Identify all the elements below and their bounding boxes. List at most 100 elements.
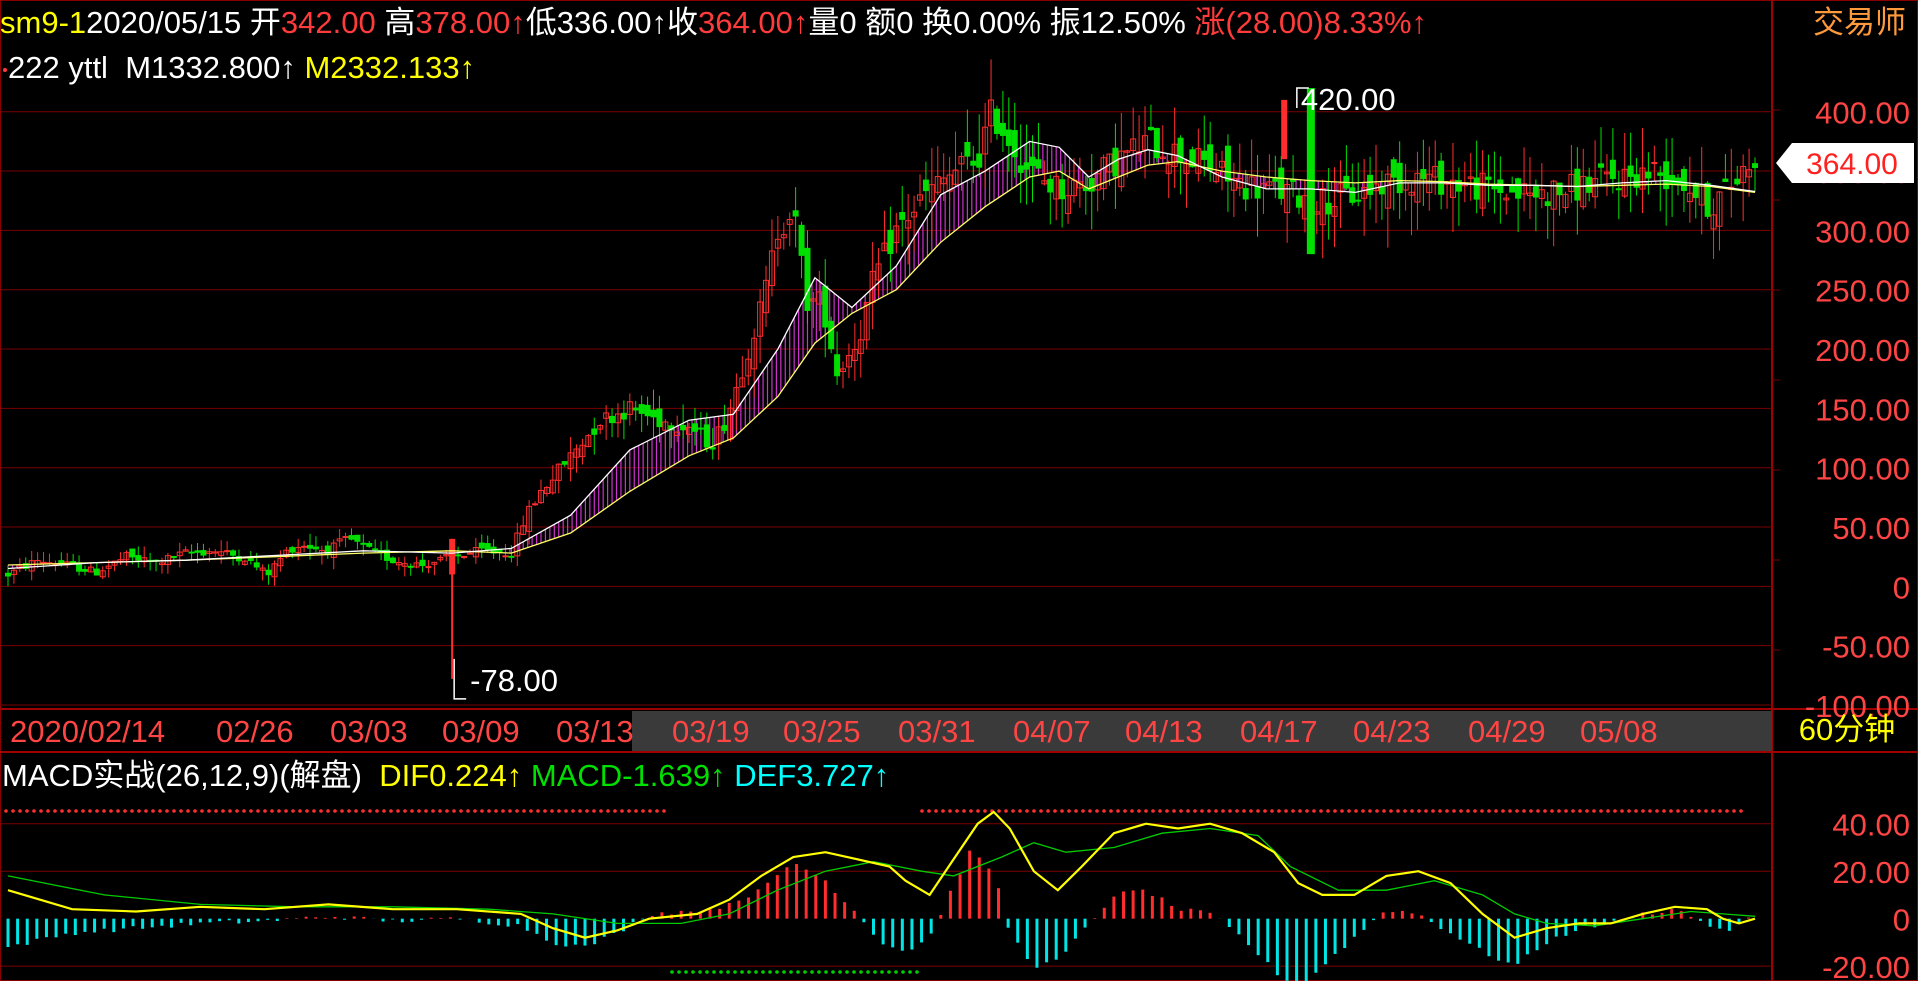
- candle-body: [253, 562, 260, 568]
- signal-dot: [109, 809, 113, 813]
- macd-label: MACD: [530, 758, 623, 793]
- signal-dot: [1543, 809, 1547, 813]
- signal-dot: [941, 809, 945, 813]
- date-tick-label: 03/03: [330, 714, 408, 749]
- signal-dot: [165, 809, 169, 813]
- signal-dot: [1172, 809, 1176, 813]
- price-tick-label: 150.00: [1815, 392, 1910, 427]
- candle-body: [170, 555, 177, 559]
- candle-body: [697, 427, 704, 430]
- def-value: 3.727↑: [796, 758, 890, 793]
- signal-dot: [677, 970, 681, 974]
- indicator-dot: [3, 68, 7, 72]
- candle-body: [792, 210, 799, 217]
- candle-body: [709, 447, 716, 450]
- signal-dot: [1242, 809, 1246, 813]
- signal-dot: [130, 809, 134, 813]
- signal-dot: [375, 809, 379, 813]
- signal-dot: [817, 970, 821, 974]
- candle-body: [976, 153, 983, 168]
- signal-dot: [1655, 809, 1659, 813]
- dif-label: DIF: [379, 758, 430, 793]
- candle-body: [1651, 162, 1658, 165]
- signal-dot: [144, 809, 148, 813]
- signal-dot: [1179, 809, 1183, 813]
- volume-label: 量: [808, 5, 840, 40]
- signal-dot: [298, 809, 302, 813]
- signal-dot: [648, 809, 652, 813]
- signal-dot: [1067, 809, 1071, 813]
- signal-dot: [1116, 809, 1120, 813]
- signal-dot: [1690, 809, 1694, 813]
- signal-dot: [803, 970, 807, 974]
- signal-dot: [1277, 809, 1281, 813]
- candle-body: [1017, 165, 1024, 173]
- candle-body: [1355, 199, 1362, 202]
- candle-body: [1349, 187, 1356, 203]
- signal-dot: [1648, 809, 1652, 813]
- macd-tick-label: 0: [1893, 903, 1910, 938]
- date-tick-label: 04/13: [1125, 714, 1203, 749]
- signal-dot: [291, 809, 295, 813]
- signal-dot: [417, 809, 421, 813]
- signal-dot: [901, 970, 905, 974]
- candle-body: [1615, 188, 1622, 191]
- candle-body: [366, 542, 373, 547]
- signal-dot: [976, 809, 980, 813]
- signal-dot: [620, 809, 624, 813]
- signal-dot: [1431, 809, 1435, 813]
- candle-body: [419, 559, 426, 567]
- signal-dot: [873, 970, 877, 974]
- signal-dot: [719, 970, 723, 974]
- candle-body: [1497, 179, 1504, 193]
- signal-dot: [983, 809, 987, 813]
- signal-dot: [1564, 809, 1568, 813]
- candle-body: [1088, 178, 1095, 192]
- candle-body: [389, 557, 396, 564]
- signal-dot: [1641, 809, 1645, 813]
- m2-line: [7, 160, 1756, 566]
- open-label: 开: [249, 5, 281, 40]
- candle-body: [307, 544, 314, 549]
- signal-dot: [270, 809, 274, 813]
- signal-dot: [1025, 809, 1029, 813]
- candle-body: [188, 551, 195, 554]
- candle-body: [1574, 168, 1581, 201]
- macd-name: MACD实战(26,12,9)(解盘): [2, 758, 362, 793]
- signal-dot: [775, 970, 779, 974]
- signal-dot: [1606, 809, 1610, 813]
- signal-dot: [1494, 809, 1498, 813]
- signal-dot: [1123, 809, 1127, 813]
- signal-dot: [11, 809, 15, 813]
- signal-dot: [1480, 809, 1484, 813]
- signal-dot: [1214, 809, 1218, 813]
- signal-dot: [948, 809, 952, 813]
- signal-dot: [1410, 809, 1414, 813]
- candle-body: [632, 407, 639, 411]
- signal-dot: [740, 970, 744, 974]
- signal-dot: [1396, 809, 1400, 813]
- candle-body: [1201, 150, 1208, 160]
- signal-dot: [340, 809, 344, 813]
- signal-dot: [670, 970, 674, 974]
- amount-label: 额: [865, 5, 897, 40]
- signal-dot: [1081, 809, 1085, 813]
- signal-dot: [396, 809, 400, 813]
- signal-dot: [606, 809, 610, 813]
- signal-dot: [1200, 809, 1204, 813]
- m1-line: [7, 140, 1756, 570]
- candle-body: [561, 461, 568, 465]
- candle-body: [407, 565, 414, 568]
- signal-dot: [838, 970, 842, 974]
- signal-dot: [1613, 809, 1617, 813]
- m1-value: 332.800↑: [168, 50, 296, 85]
- candle-body: [798, 224, 805, 256]
- signal-dot: [761, 970, 765, 974]
- signal-dot: [200, 809, 204, 813]
- signal-dot: [1725, 809, 1729, 813]
- candle-body: [1254, 185, 1261, 199]
- period-selector[interactable]: 60分钟: [1780, 709, 1914, 751]
- date-axis: 2020/02/14 02/26 03/03 03/09 03/13 03/19 03/25…: [10, 714, 1658, 749]
- signal-dot: [46, 809, 50, 813]
- signal-dot: [74, 809, 78, 813]
